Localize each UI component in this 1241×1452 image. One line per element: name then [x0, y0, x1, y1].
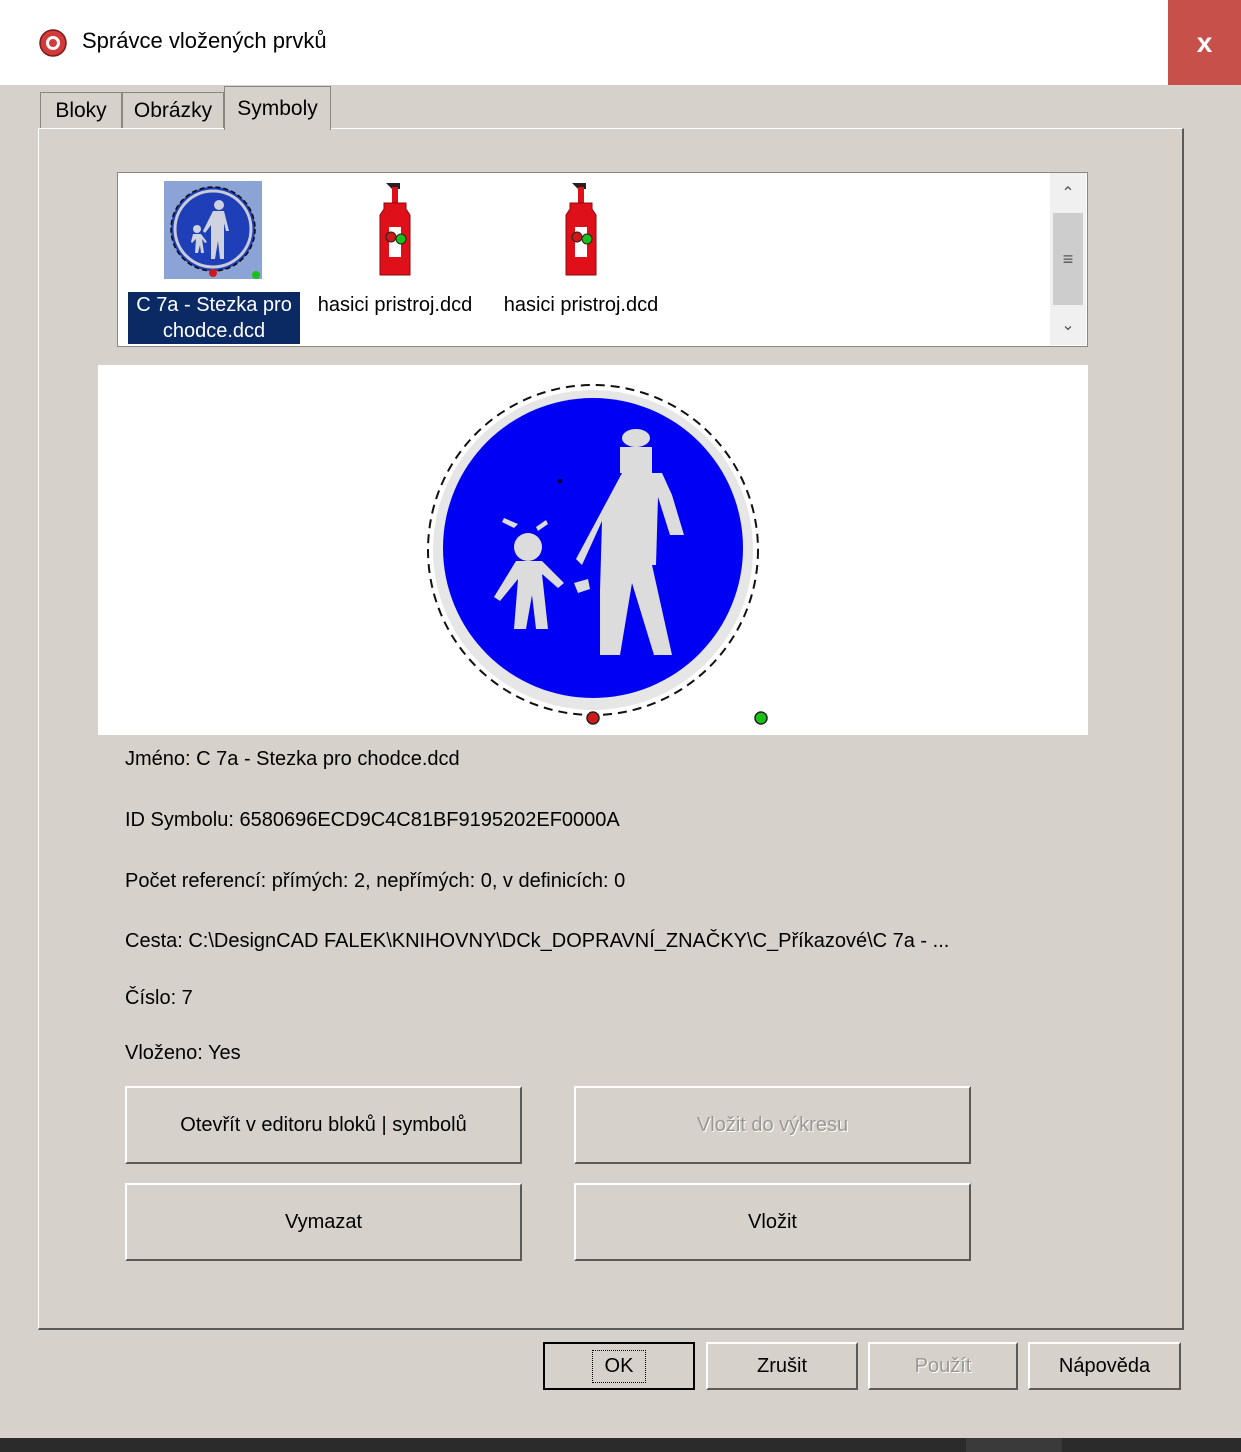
delete-button[interactable]: Vymazat — [125, 1183, 522, 1261]
open-in-editor-button[interactable]: Otevřít v editoru bloků | symbolů — [125, 1086, 522, 1164]
symbol-preview — [98, 365, 1088, 735]
list-item[interactable]: hasici pristroj.dcd — [492, 179, 670, 344]
list-item[interactable]: C 7a - Stezka pro chodce.dcd — [124, 179, 302, 345]
ok-button-label: OK — [591, 1349, 647, 1383]
cancel-button[interactable]: Zrušit — [706, 1342, 858, 1390]
symbol-list[interactable]: C 7a - Stezka pro chodce.dcd hasici pris… — [117, 172, 1088, 347]
info-path: Cesta: C:\DesignCAD FALEK\KNIHOVNY\DCk_D… — [125, 930, 950, 952]
pedestrian-path-sign-icon — [162, 181, 264, 287]
insert-button[interactable]: Vložit — [574, 1183, 971, 1261]
list-item-label: hasici pristroj.dcd — [317, 294, 473, 316]
info-number: Číslo: 7 — [125, 987, 193, 1009]
fire-extinguisher-icon — [370, 181, 420, 287]
info-reference-count: Počet referencí: přímých: 2, nepřímých: … — [125, 870, 626, 892]
list-item[interactable]: hasici pristroj.dcd — [306, 179, 484, 344]
list-item-label: C 7a - Stezka pro chodce.dcd — [127, 291, 301, 345]
info-symbol-id: ID Symbolu: 6580696ECD9C4C81BF9195202EF0… — [125, 809, 620, 831]
fire-extinguisher-icon — [556, 181, 606, 287]
list-scrollbar[interactable]: ⌃ ≡ ⌄ — [1050, 173, 1086, 345]
ok-button[interactable]: OK — [543, 1342, 695, 1390]
app-icon — [38, 28, 68, 58]
tab-obrazky[interactable]: Obrázky — [122, 92, 224, 128]
close-button[interactable]: x — [1168, 0, 1241, 85]
help-button[interactable]: Nápověda — [1028, 1342, 1181, 1390]
scroll-down-icon[interactable]: ⌄ — [1050, 305, 1086, 345]
scroll-up-icon[interactable]: ⌃ — [1050, 173, 1086, 213]
pedestrian-path-sign-icon — [427, 384, 768, 725]
window-title: Správce vložených prvků — [82, 28, 327, 53]
list-item-label: hasici pristroj.dcd — [503, 294, 659, 316]
info-name: Jméno: C 7a - Stezka pro chodce.dcd — [125, 748, 460, 770]
taskbar-strip — [0, 1438, 1241, 1452]
tab-bloky[interactable]: Bloky — [40, 92, 122, 128]
insert-into-drawing-button[interactable]: Vložit do výkresu — [574, 1086, 971, 1164]
tab-symboly[interactable]: Symboly — [224, 86, 331, 130]
info-inserted: Vloženo: Yes — [125, 1042, 241, 1064]
scroll-thumb[interactable]: ≡ — [1053, 213, 1083, 305]
apply-button[interactable]: Použít — [868, 1342, 1018, 1390]
